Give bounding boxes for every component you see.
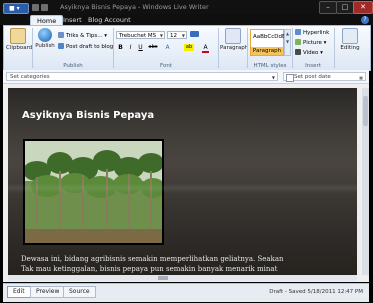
- clipboard-icon: [10, 28, 26, 44]
- italic-button[interactable]: I: [127, 44, 134, 51]
- title-bar: ■ ▾ Asyiknya Bisnis Pepaya - Windows Liv…: [0, 0, 373, 14]
- app-menu-button[interactable]: ■ ▾: [3, 3, 29, 14]
- horizontal-scrollbar[interactable]: [8, 275, 357, 281]
- vertical-scrollbar[interactable]: [362, 88, 369, 275]
- publish-group-label: Publish: [63, 63, 83, 69]
- font-family-value: Trebuchet MS: [119, 33, 157, 39]
- paragraph-label: Paragraph: [220, 45, 249, 51]
- insert-group-label: Insert: [305, 63, 321, 69]
- ribbon-separator: [218, 28, 219, 68]
- style-preview-text: AaBbCcDdE: [253, 34, 286, 40]
- window-title: Asyiknya Bisnis Pepaya - Windows Live Wr…: [60, 3, 209, 11]
- tab-edit[interactable]: Edit: [7, 286, 31, 298]
- video-icon: [295, 49, 301, 55]
- font-color-button[interactable]: A: [202, 44, 209, 53]
- upload-icon: [58, 43, 64, 49]
- video-label: Video: [303, 50, 319, 56]
- undo-icon[interactable]: [41, 4, 48, 11]
- categories-input[interactable]: Set categories ▼: [6, 72, 278, 81]
- style-gallery-scroll[interactable]: ▲ ▼: [284, 29, 291, 56]
- post-body[interactable]: Dewasa ini, bidang agribisnis semakin me…: [21, 254, 351, 274]
- ribbon-separator: [247, 28, 248, 68]
- hyperlink-label: Hyperlink: [303, 30, 330, 36]
- ribbon-tab-bar: Home Insert Blog Account ?: [0, 14, 373, 26]
- scrollbar-thumb[interactable]: [158, 276, 168, 280]
- save-icon[interactable]: [32, 4, 39, 11]
- editing-button[interactable]: Editing: [336, 28, 364, 51]
- post-date-checkbox[interactable]: [286, 74, 294, 82]
- picture-button[interactable]: Picture ▾: [295, 39, 326, 47]
- view-tabs-bar: Edit Preview Source Draft - Saved 5/18/2…: [3, 283, 369, 302]
- tab-blog-account[interactable]: Blog Account: [82, 15, 137, 25]
- globe-icon: [38, 28, 52, 42]
- font-size-select[interactable]: 12 ▼: [167, 31, 187, 39]
- app-window: ■ ▾ Asyiknya Bisnis Pepaya - Windows Liv…: [0, 0, 373, 303]
- ribbon-separator: [334, 28, 335, 68]
- link-icon: [295, 29, 301, 35]
- blog-icon: [58, 32, 64, 38]
- picture-icon: [295, 39, 301, 45]
- font-group-label: Font: [160, 63, 172, 69]
- post-draft-button[interactable]: Post draft to blog: [58, 43, 113, 51]
- post-body-line: Tak mau ketinggalan, bisnis pepaya pun s…: [21, 265, 278, 273]
- calendar-icon: ▦: [359, 75, 363, 80]
- post-editor[interactable]: Asyiknya Bisnis Pepaya Dewasa ini, bidan…: [8, 88, 357, 275]
- post-body-line: Dewasa ini, bidang agribisnis semakin me…: [21, 255, 284, 263]
- font-family-select[interactable]: Trebuchet MS ▼: [116, 31, 165, 39]
- tab-source[interactable]: Source: [63, 286, 96, 298]
- publish-button[interactable]: Publish: [34, 28, 56, 49]
- strikethrough-button[interactable]: abc: [147, 44, 159, 51]
- ribbon-separator: [292, 28, 293, 68]
- post-date-placeholder: Set post date: [294, 74, 331, 80]
- save-status: Draft - Saved 5/18/2011 12:47 PM: [269, 289, 363, 295]
- underline-button[interactable]: U: [137, 44, 144, 51]
- clipboard-label: Clipboard: [6, 45, 33, 51]
- help-icon[interactable]: ?: [361, 16, 369, 24]
- paragraph-style-gallery-item[interactable]: AaBbCcDdE Paragraph: [250, 29, 286, 56]
- clear-format-button[interactable]: A: [164, 44, 171, 51]
- scrollbar-thumb[interactable]: [363, 96, 368, 126]
- ribbon-separator: [113, 28, 114, 68]
- paragraph-icon: [225, 28, 241, 44]
- quick-access-toolbar: [32, 3, 50, 12]
- post-properties-bar: Set categories ▼ Set post date ▦: [3, 70, 369, 84]
- spellcheck-icon: [190, 31, 199, 37]
- ribbon-separator: [32, 28, 33, 68]
- editor-frame: Asyiknya Bisnis Pepaya Dewasa ini, bidan…: [3, 84, 369, 282]
- chevron-down-icon: ▼: [271, 75, 275, 80]
- picture-label: Picture: [303, 40, 322, 46]
- editing-label: Editing: [340, 45, 360, 51]
- post-date-input[interactable]: Set post date ▦: [283, 72, 366, 82]
- tab-preview[interactable]: Preview: [30, 286, 66, 298]
- binoculars-icon: [342, 28, 358, 44]
- highlight-button[interactable]: ab: [184, 44, 194, 51]
- html-styles-group-label: HTML styles: [253, 63, 287, 69]
- clipboard-button[interactable]: Clipboard: [6, 28, 33, 51]
- papaya-plantation-image: [25, 141, 162, 243]
- post-draft-label: Post draft to blog: [66, 44, 114, 50]
- tricks-tips-button[interactable]: Triks & Tips... ▾: [58, 32, 107, 40]
- style-name: Paragraph: [251, 47, 283, 55]
- maximize-button[interactable]: □: [336, 1, 354, 14]
- ribbon: Clipboard Publish Triks & Tips... ▾ Post…: [3, 25, 371, 71]
- post-image[interactable]: [23, 139, 164, 245]
- categories-placeholder: Set categories: [10, 74, 50, 80]
- hyperlink-button[interactable]: Hyperlink: [295, 29, 329, 37]
- spellcheck-button[interactable]: [190, 31, 201, 39]
- tricks-tips-label: Triks & Tips...: [66, 33, 103, 39]
- publish-label: Publish: [35, 43, 55, 49]
- paragraph-button[interactable]: Paragraph: [220, 28, 249, 51]
- app-menu-label: ■ ▾: [9, 5, 20, 12]
- minimize-button[interactable]: –: [319, 1, 337, 14]
- post-title[interactable]: Asyiknya Bisnis Pepaya: [22, 110, 154, 122]
- font-size-value: 12: [170, 33, 177, 39]
- video-button[interactable]: Video ▾: [295, 49, 323, 57]
- close-button[interactable]: ✕: [353, 1, 373, 14]
- bold-button[interactable]: B: [117, 44, 124, 51]
